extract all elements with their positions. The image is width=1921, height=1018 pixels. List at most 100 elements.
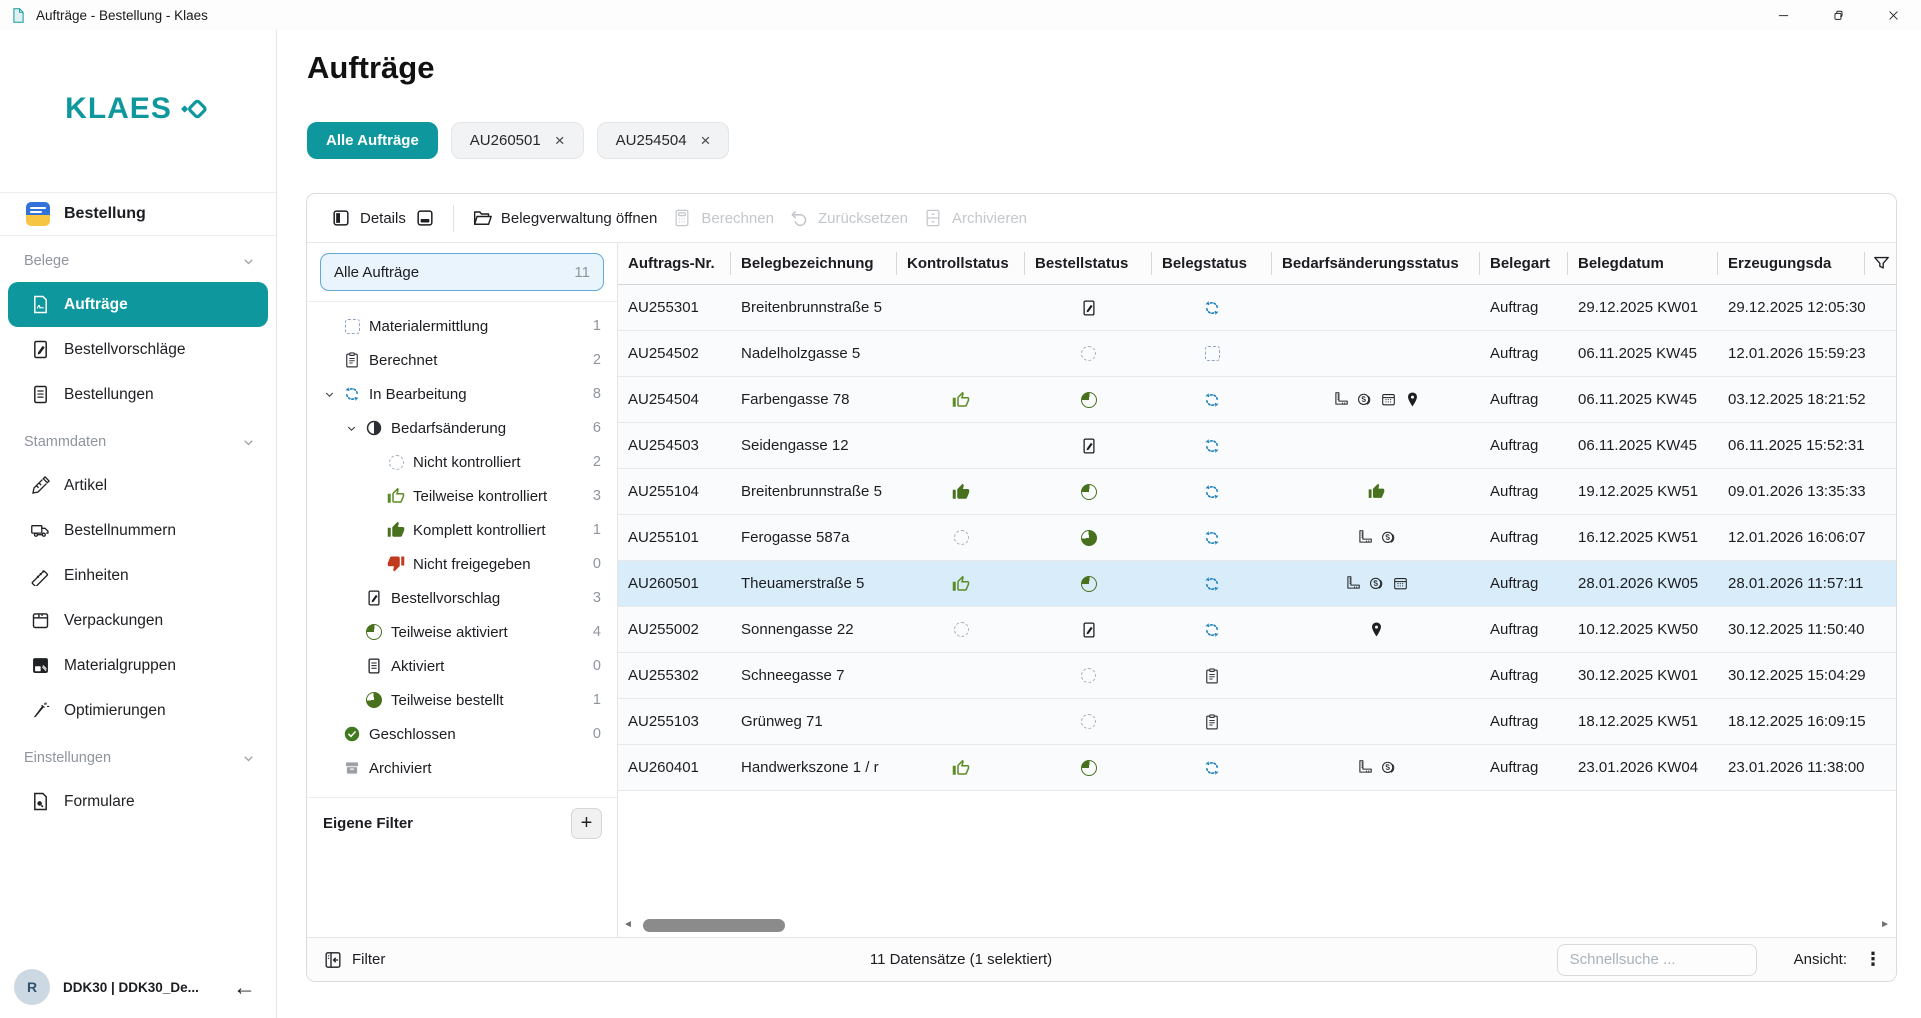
table-row-au254502[interactable]: AU254502Nadelholzgasse 5Auftrag06.11.202… [618, 331, 1896, 377]
tree-node-teilweise-aktiviert[interactable]: Teilweise aktiviert4 [307, 615, 617, 649]
table-row-au254504[interactable]: AU254504Farbengasse 78Auftrag06.11.2025 … [618, 377, 1896, 423]
chevron-down-icon[interactable] [345, 422, 358, 435]
chevron-down-icon[interactable] [241, 435, 256, 450]
tree-node-komplett-kontrolliert[interactable]: Komplett kontrolliert1 [307, 513, 617, 547]
maximize-button[interactable] [1811, 0, 1866, 30]
column-header-belegbezeichnung[interactable]: Belegbezeichnung [731, 243, 897, 284]
sidebar-item-label: Artikel [64, 477, 107, 495]
tree-node-bestellvorschlag[interactable]: Bestellvorschlag3 [307, 581, 617, 615]
tree-node-teilweise-kontrolliert[interactable]: Teilweise kontrolliert 3 [307, 479, 617, 513]
table-row-au255301[interactable]: AU255301Breitenbrunnstraße 5Auftrag29.12… [618, 285, 1896, 331]
scroll-left-icon[interactable]: ◄ [623, 920, 633, 930]
tree-node-label: Teilweise kontrolliert [413, 488, 547, 505]
close-icon[interactable]: × [555, 132, 565, 149]
open-belegverwaltung-label: Belegverwaltung öffnen [501, 210, 658, 227]
quick-search-input[interactable] [1557, 944, 1757, 976]
cell-auftrags-nr: AU255101 [618, 529, 731, 546]
sidebar-item-auftr-ge[interactable]: Aufträge [8, 282, 268, 327]
panel-left-icon [331, 208, 351, 228]
sidebar-item-bestellvorschl-ge[interactable]: Bestellvorschläge [8, 327, 268, 372]
tree-node-count: 3 [593, 488, 601, 504]
table-row-au255302[interactable]: AU255302Schneegasse 7Auftrag30.12.2025 K… [618, 653, 1896, 699]
chevron-down-icon[interactable] [241, 254, 256, 269]
truck-icon [30, 520, 51, 541]
dashed-circle-icon [387, 453, 405, 471]
minimize-button[interactable] [1756, 0, 1811, 30]
tree-node-berechnet[interactable]: Berechnet2 [307, 343, 617, 377]
sidebar-item-label: Optimierungen [64, 702, 166, 720]
panel-bottom-icon[interactable] [415, 208, 435, 228]
table-row-au260501[interactable]: AU260501Theuamerstraße 5Auftrag28.01.202… [618, 561, 1896, 607]
column-header-kontrollstatus[interactable]: Kontrollstatus [897, 243, 1025, 284]
sidebar-item-artikel[interactable]: Artikel [8, 463, 268, 508]
horizontal-scrollbar[interactable]: ◄ ► [623, 918, 1890, 932]
thumb-up-outline-icon [952, 759, 970, 777]
filter-button[interactable]: Filter [323, 950, 385, 970]
doc-signature-icon [30, 294, 51, 315]
tree-node-bedarfs-nderung[interactable]: Bedarfsänderung6 [307, 411, 617, 445]
chip-au254504[interactable]: AU254504× [597, 122, 730, 159]
collapse-sidebar-icon[interactable]: ← [233, 976, 256, 999]
module-bestellung[interactable]: Bestellung [0, 192, 276, 236]
column-filter-button[interactable] [1865, 243, 1897, 284]
tree-node-aktiviert[interactable]: Aktiviert0 [307, 649, 617, 683]
close-button[interactable] [1866, 0, 1921, 30]
column-header-belegstatus[interactable]: Belegstatus [1152, 243, 1272, 284]
sidebar-item-bestellungen[interactable]: Bestellungen [8, 372, 268, 417]
column-header-belegdatum[interactable]: Belegdatum [1568, 243, 1718, 284]
close-icon[interactable]: × [701, 132, 711, 149]
tree-node-nicht-freigegeben[interactable]: Nicht freigegeben0 [307, 547, 617, 581]
column-header-belegart[interactable]: Belegart [1480, 243, 1568, 284]
tree-node-label: Berechnet [369, 352, 437, 369]
chip-alle-auftr-ge[interactable]: Alle Aufträge [307, 122, 438, 159]
table-row-au255101[interactable]: AU255101Ferogasse 587aAuftrag16.12.2025 … [618, 515, 1896, 561]
sidebar-item-materialgruppen[interactable]: Materialgruppen [8, 643, 268, 688]
thumb-up-outline-icon [952, 575, 970, 593]
sidebar-item-bestellnummern[interactable]: Bestellnummern [8, 508, 268, 553]
scrollbar-thumb[interactable] [643, 919, 785, 932]
archivieren-button[interactable]: Archivieren [923, 208, 1027, 228]
tree-node-nicht-kontrolliert[interactable]: Nicht kontrolliert2 [307, 445, 617, 479]
group-belege[interactable]: Belege [0, 240, 276, 282]
tree-node-in-bearbeitung[interactable]: In Bearbeitung8 [307, 377, 617, 411]
chevron-down-icon[interactable] [241, 751, 256, 766]
column-header-bestellstatus[interactable]: Bestellstatus [1025, 243, 1152, 284]
group-stammdaten[interactable]: Stammdaten [0, 421, 276, 463]
chip-au260501[interactable]: AU260501× [451, 122, 584, 159]
filter-all-auftraege[interactable]: Alle Aufträge 11 [320, 253, 604, 291]
coin-icon [1380, 529, 1397, 546]
open-belegverwaltung-button[interactable]: Belegverwaltung öffnen [472, 208, 658, 228]
view-options-icon[interactable]: ⋮ [1864, 949, 1882, 970]
table-row-au255104[interactable]: AU255104Breitenbrunnstraße 5Auftrag19.12… [618, 469, 1896, 515]
table-row-au255002[interactable]: AU255002Sonnengasse 22Auftrag10.12.2025 … [618, 607, 1896, 653]
zuruecksetzen-button[interactable]: Zurücksetzen [789, 208, 908, 228]
tree-node-geschlossen[interactable]: Geschlossen0 [307, 717, 617, 751]
tree-node-archiviert[interactable]: Archiviert [307, 751, 617, 785]
sidebar-item-formulare[interactable]: Formulare [8, 779, 268, 824]
scroll-right-icon[interactable]: ► [1880, 920, 1890, 930]
thumb-up-outline-icon [952, 391, 970, 409]
cell-belegart: Auftrag [1480, 345, 1568, 362]
chevron-down-icon[interactable] [323, 388, 336, 401]
berechnen-button[interactable]: Berechnen [672, 208, 774, 228]
tree-node-count: 0 [593, 658, 601, 674]
pin-icon [1368, 621, 1385, 638]
tree-node-teilweise-bestellt[interactable]: Teilweise bestellt1 [307, 683, 617, 717]
tree-node-materialermittlung[interactable]: Materialermittlung1 [307, 309, 617, 343]
sidebar-item-label: Verpackungen [64, 612, 163, 630]
column-header-bedarfs-nderungsstatus[interactable]: Bedarfsänderungsstatus [1272, 243, 1480, 284]
column-header-auftrags-nr[interactable]: Auftrags-Nr. [618, 243, 731, 284]
table-row-au254503[interactable]: AU254503Seidengasse 12Auftrag06.11.2025 … [618, 423, 1896, 469]
sidebar-item-verpackungen[interactable]: Verpackungen [8, 598, 268, 643]
table-row-au255103[interactable]: AU255103Grünweg 71Auftrag18.12.2025 KW51… [618, 699, 1896, 745]
dashed-circle-icon [1080, 667, 1098, 685]
sidebar-item-optimierungen[interactable]: Optimierungen [8, 688, 268, 733]
group-einstellungen[interactable]: Einstellungen [0, 737, 276, 779]
column-header-erzeugungsda[interactable]: Erzeugungsda [1718, 243, 1865, 284]
add-filter-button[interactable]: + [571, 808, 602, 839]
details-button[interactable]: Details [331, 208, 435, 228]
user-row[interactable]: R DDK30 | DDK30_De... ← [0, 956, 276, 1018]
table-row-au260401[interactable]: AU260401Handwerkszone 1 / rAuftrag23.01.… [618, 745, 1896, 791]
sidebar-item-einheiten[interactable]: Einheiten [8, 553, 268, 598]
ruler-corner-icon [1332, 391, 1349, 408]
